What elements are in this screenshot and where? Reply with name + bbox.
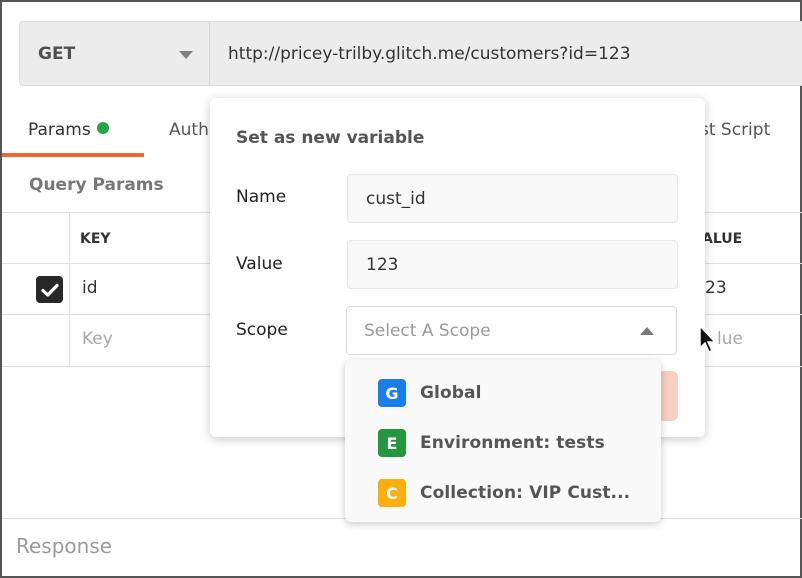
scope-option-collection[interactable]: C Collection: VIP Cust... [378, 479, 630, 507]
new-key-input[interactable]: Key [82, 329, 113, 349]
collection-badge-icon: C [378, 479, 406, 507]
column-header-value: ALUE [702, 231, 743, 247]
environment-badge-icon: E [378, 429, 406, 457]
scope-option-environment[interactable]: E Environment: tests [378, 429, 605, 457]
name-label: Name [236, 187, 287, 207]
request-bar: GET http://pricey-trilby.glitch.me/custo… [19, 21, 802, 86]
param-value-cell[interactable]: 23 [705, 278, 727, 298]
checkmark-icon [40, 283, 59, 297]
scope-option-label: Collection: VIP Cust... [420, 483, 631, 503]
response-label: Response [16, 534, 113, 558]
tab-test-script[interactable]: st Script [700, 120, 770, 140]
method-select[interactable]: GET [20, 22, 210, 85]
tab-params-label: Params [28, 120, 91, 140]
table-column-divider [69, 212, 70, 367]
global-badge-icon: G [378, 379, 406, 407]
scope-label: Scope [236, 320, 288, 340]
value-label: Value [236, 254, 283, 274]
scope-option-global[interactable]: G Global [378, 379, 482, 407]
query-params-title: Query Params [29, 175, 164, 195]
chevron-up-icon [640, 327, 654, 335]
variable-name-input[interactable]: cust_id [347, 174, 678, 223]
column-header-key: KEY [80, 231, 111, 247]
mouse-cursor-icon [699, 325, 717, 354]
new-value-input[interactable]: lue [717, 329, 743, 349]
url-input[interactable]: http://pricey-trilby.glitch.me/customers… [210, 22, 631, 85]
tab-params[interactable]: Params [28, 120, 109, 140]
row-enabled-checkbox[interactable] [36, 276, 63, 303]
params-indicator-dot [96, 122, 109, 134]
scope-dropdown: G Global E Environment: tests C Collecti… [345, 360, 661, 522]
scope-option-label: Environment: tests [420, 433, 605, 453]
variable-value-input[interactable]: 123 [347, 240, 678, 289]
popover-title: Set as new variable [236, 128, 425, 148]
scope-placeholder: Select A Scope [364, 320, 491, 341]
scope-select[interactable]: Select A Scope [346, 306, 677, 355]
scope-option-label: Global [420, 383, 482, 403]
active-tab-underline [2, 153, 144, 157]
param-key-cell[interactable]: id [82, 278, 98, 298]
method-label: GET [38, 43, 76, 64]
chevron-down-icon [179, 51, 193, 59]
tab-auth[interactable]: Auth [169, 120, 209, 140]
